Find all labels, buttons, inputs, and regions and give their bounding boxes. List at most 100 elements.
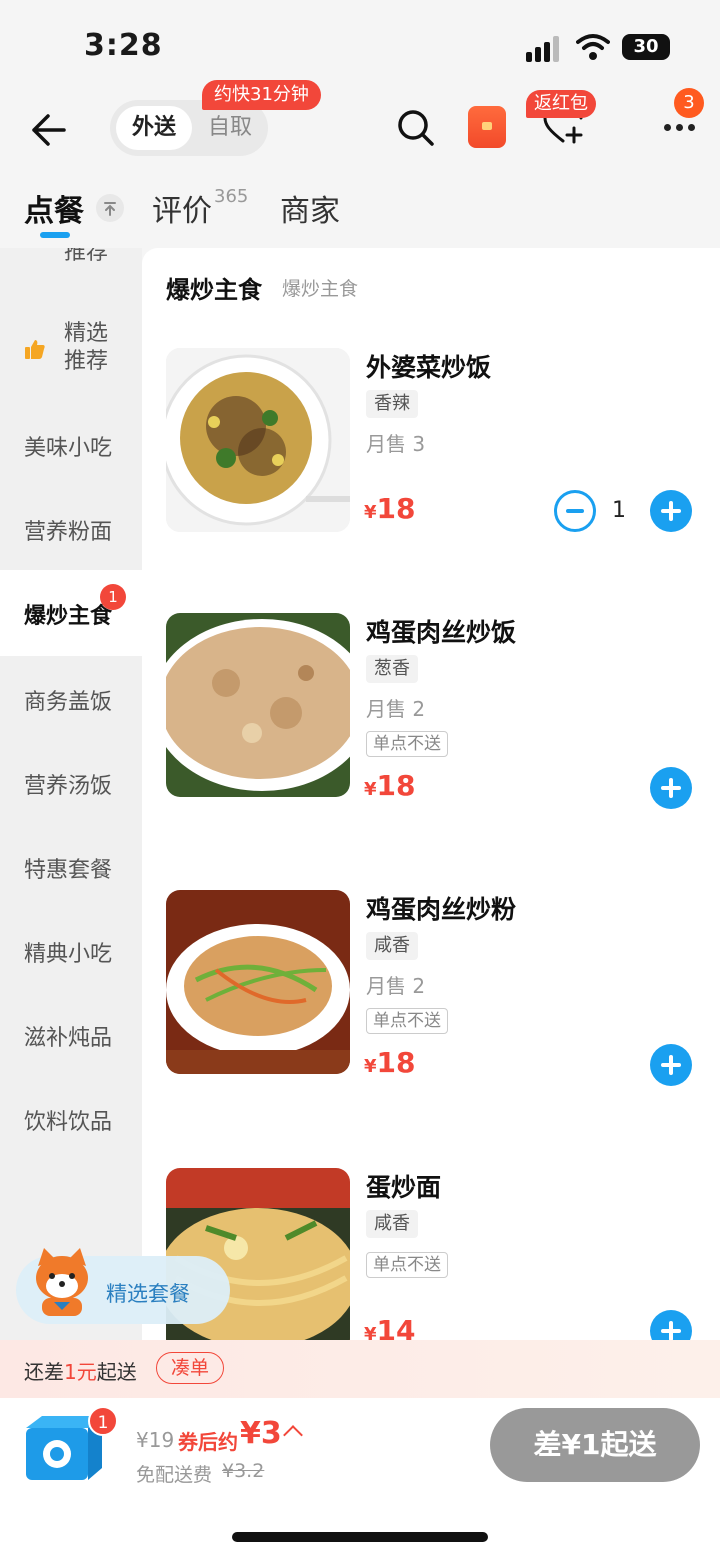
dish-name[interactable]: 蛋炒面 (366, 1168, 441, 1204)
sidebar-item-classic-snacks[interactable]: 精典小吃 (0, 936, 142, 976)
sidebar-item-label: 饮料饮品 (24, 1110, 113, 1135)
sidebar-item-stews[interactable]: 滋补炖品 (0, 1020, 142, 1060)
active-tab-indicator (40, 232, 70, 238)
after-coupon-price: ¥3 (240, 1416, 282, 1451)
price-value: 18 (376, 492, 416, 525)
sidebar-item-business-rice[interactable]: 商务盖饭 (0, 684, 142, 724)
notice-prefix: 还差 (24, 1360, 64, 1384)
notice-suffix: 起送 (96, 1360, 137, 1384)
sidebar-item-noodles[interactable]: 营养粉面 (0, 514, 142, 554)
search-icon[interactable] (396, 108, 436, 148)
after-coupon-label: 券后约 (178, 1430, 238, 1454)
checkout-button[interactable]: 差¥1起送 (490, 1408, 700, 1482)
sidebar-item-label: 营养汤饭 (24, 774, 113, 799)
dish-photo[interactable] (166, 348, 350, 532)
dish-price: ¥18 (364, 492, 416, 525)
app-screen: 3:28 30 外送 自取 约快31分钟 返红包 3 点餐 评价 365 商家 … (0, 0, 720, 1558)
original-total: ¥19 (136, 1428, 175, 1452)
review-count: 365 (214, 186, 249, 207)
dish-price: ¥18 (364, 1046, 416, 1079)
currency-symbol: ¥ (364, 1056, 377, 1077)
dish-name[interactable]: 外婆菜炒饭 (366, 348, 491, 384)
mode-delivery-tab[interactable]: 外送 (116, 106, 192, 150)
store-tabs: 点餐 评价 365 商家 (0, 182, 720, 248)
status-time: 3:28 (84, 28, 163, 63)
sidebar-item-label: 精典小吃 (24, 942, 113, 967)
cart-count-badge: 1 (88, 1406, 118, 1436)
add-to-cart-button[interactable] (650, 767, 692, 809)
tab-reviews[interactable]: 评价 (152, 186, 212, 230)
dish-flavor-tag: 香辣 (366, 390, 418, 418)
more-count-badge: 3 (674, 88, 704, 118)
home-indicator (232, 1532, 488, 1542)
thumbs-up-icon (25, 340, 45, 359)
tab-order[interactable]: 点餐 (24, 186, 84, 230)
free-delivery-label: 免配送费 (136, 1464, 213, 1486)
notice-amount: 1元 (64, 1360, 97, 1384)
more-menu-icon[interactable] (662, 124, 698, 134)
sidebar-item-label: 推荐 (64, 248, 109, 265)
status-bar: 3:28 30 (0, 0, 720, 92)
cellular-signal-icon (526, 36, 566, 62)
featured-combo-label: 精选套餐 (106, 1282, 190, 1306)
sidebar-item-drinks[interactable]: 饮料饮品 (0, 1104, 142, 1144)
sidebar-item-combo-deals[interactable]: 特惠套餐 (0, 852, 142, 892)
add-more-items-button[interactable]: 凑单 (156, 1352, 225, 1384)
sidebar-item-featured[interactable]: 精选 推荐 (0, 310, 142, 390)
return-red-packet-badge: 返红包 (526, 90, 596, 118)
no-single-delivery-tag: 单点不送 (366, 1008, 448, 1034)
currency-symbol: ¥ (364, 502, 377, 523)
menu-item: 鸡蛋肉丝炒粉 咸香 月售 2 单点不送 ¥18 (142, 890, 720, 1150)
back-arrow-icon[interactable] (28, 110, 68, 150)
sidebar-item-label: 精选 推荐 (64, 321, 109, 374)
notice-text: 还差1元起送 (24, 1356, 137, 1385)
collapse-up-icon[interactable] (96, 194, 124, 222)
dish-flavor-tag: 葱香 (366, 655, 418, 683)
old-delivery-fee: ¥3.2 (222, 1460, 265, 1482)
add-to-cart-button[interactable] (650, 1310, 692, 1340)
dish-name[interactable]: 鸡蛋肉丝炒粉 (366, 890, 516, 926)
shiba-mascot-icon (36, 1248, 88, 1316)
mode-pickup-tab[interactable]: 自取 (198, 106, 262, 150)
menu-item: 蛋炒面 咸香 单点不送 ¥14 (142, 1168, 720, 1340)
eta-badge: 约快31分钟 (202, 80, 321, 110)
sidebar-item-label: 爆炒主食 (24, 604, 113, 629)
sidebar-item-label: 滋补炖品 (24, 1026, 113, 1051)
dish-photo[interactable] (166, 613, 350, 797)
menu-list: 爆炒主食 爆炒主食 外婆菜炒饭 香辣 月售 3 ¥18 1 鸡蛋肉丝炒饭 葱香 … (142, 248, 720, 1340)
currency-symbol: ¥ (364, 779, 377, 800)
price-value: 14 (376, 1314, 416, 1340)
price-value: 18 (376, 1046, 416, 1079)
add-to-cart-button[interactable] (650, 1044, 692, 1086)
wifi-icon (576, 34, 610, 60)
sidebar-item-soup-rice[interactable]: 营养汤饭 (0, 768, 142, 808)
decrease-quantity-button[interactable] (554, 490, 596, 532)
category-count-badge: 1 (100, 584, 126, 610)
sidebar-item-stir-fry[interactable]: 爆炒主食 1 (0, 570, 142, 656)
monthly-sales: 月售 2 (366, 697, 426, 721)
sidebar-item-snacks[interactable]: 美味小吃 (0, 430, 142, 470)
no-single-delivery-tag: 单点不送 (366, 731, 448, 757)
monthly-sales: 月售 3 (366, 432, 426, 456)
dish-flavor-tag: 咸香 (366, 1210, 418, 1238)
price-value: 18 (376, 769, 416, 802)
monthly-sales: 月售 2 (366, 974, 426, 998)
dish-price: ¥14 (364, 1314, 416, 1340)
dish-flavor-tag: 咸香 (366, 932, 418, 960)
sidebar-item-recommend[interactable]: 推荐 (0, 248, 142, 274)
no-single-delivery-tag: 单点不送 (366, 1252, 448, 1278)
dish-photo[interactable] (166, 890, 350, 1074)
menu-item: 外婆菜炒饭 香辣 月售 3 ¥18 1 (142, 348, 720, 608)
dish-price: ¥18 (364, 769, 416, 802)
top-nav: 外送 自取 约快31分钟 返红包 3 (0, 80, 720, 182)
red-packet-icon[interactable] (468, 106, 506, 148)
category-sidebar: 推荐 精选 推荐 美味小吃 营养粉面 爆炒主食 1 商务盖饭 营养汤饭 特惠套餐 (0, 248, 142, 1340)
sidebar-item-label: 特惠套餐 (24, 858, 113, 883)
section-subtitle: 爆炒主食 (282, 278, 359, 300)
add-to-cart-button[interactable] (650, 490, 692, 532)
dish-name[interactable]: 鸡蛋肉丝炒饭 (366, 613, 516, 649)
sidebar-item-label: 商务盖饭 (24, 690, 113, 715)
chevron-up-icon[interactable] (283, 1425, 303, 1445)
tab-merchant[interactable]: 商家 (280, 186, 340, 230)
cart-bar: 1 ¥19 券后约 ¥3 免配送费 ¥3.2 差¥1起送 (0, 1398, 720, 1558)
